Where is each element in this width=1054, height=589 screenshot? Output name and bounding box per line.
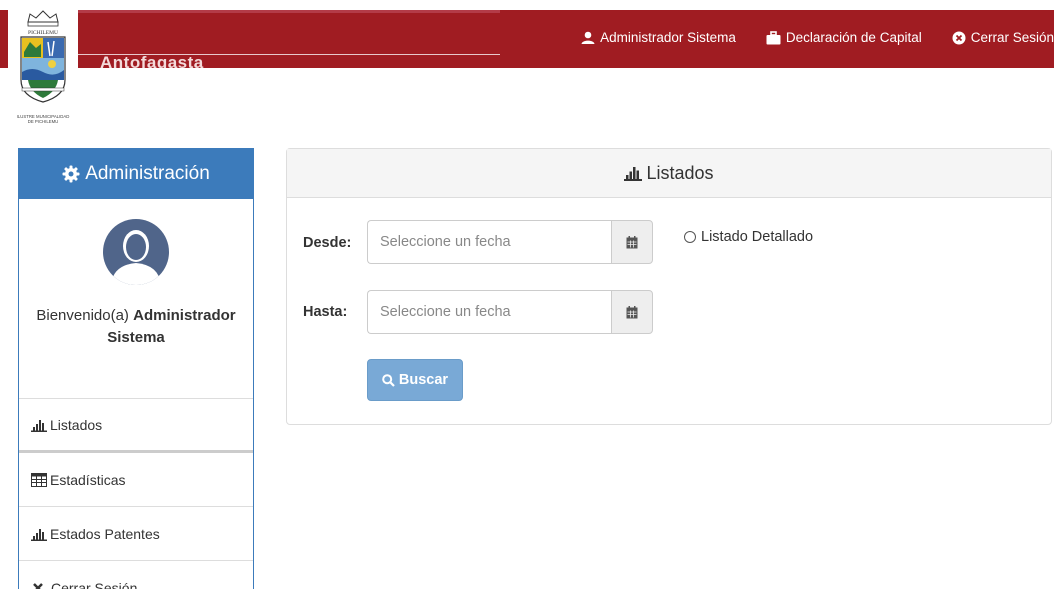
desde-calendar-button[interactable] (611, 220, 653, 264)
brand-underline (75, 54, 500, 55)
close-icon (33, 582, 43, 589)
nav-declaracion-label: Declaración de Capital (785, 30, 922, 45)
welcome-prefix: Bienvenido(a) (36, 307, 129, 324)
hasta-date-group (367, 290, 653, 334)
desde-date-group (367, 220, 653, 264)
nav-admin-user[interactable]: Administrador Sistema (581, 30, 736, 45)
close-circle-icon (952, 31, 966, 44)
hasta-calendar-button[interactable] (611, 290, 653, 334)
crest-icon: PICHILEMU (20, 10, 66, 103)
briefcase-icon (766, 30, 781, 44)
sidebar-item-listados[interactable]: Listados (19, 399, 253, 453)
navbar-stripe (75, 10, 500, 13)
municipality-logo[interactable]: PICHILEMU ILUSTRE MUNICIPALIDAD DE PICHI… (8, 8, 78, 126)
radio-circle (684, 231, 696, 243)
buscar-label: Buscar (398, 372, 449, 388)
sidebar-item-estados-patentes[interactable]: Estados Patentes (19, 507, 253, 561)
calendar-icon (626, 235, 638, 248)
panel-header: Listados (287, 149, 1051, 198)
listado-detallado-radio[interactable]: Listado Detallado (684, 229, 813, 245)
nav-declaracion-capital[interactable]: Declaración de Capital (766, 30, 922, 45)
gear-icon (62, 165, 80, 183)
sidebar-header: Administración (19, 149, 253, 199)
sidebar: Administración Bienvenido(a) Administrad… (18, 148, 254, 589)
sidebar-item-label: Estadísticas (50, 471, 126, 488)
user-icon (581, 31, 595, 44)
user-silhouette-icon (111, 230, 161, 285)
nav-admin-label: Administrador Sistema (600, 30, 736, 45)
sidebar-item-estadisticas[interactable]: Estadísticas (19, 453, 253, 507)
table-icon (31, 472, 47, 487)
logo-top-text: PICHILEMU (28, 30, 58, 36)
brand-text: Antofagasta (100, 53, 204, 68)
nav-cerrar-label: Cerrar Sesión (970, 30, 1054, 45)
bar-chart-icon (624, 167, 643, 181)
radio-label: Listado Detallado (701, 229, 814, 245)
bar-chart-icon (31, 419, 47, 432)
sidebar-item-cerrar-sesion[interactable]: Cerrar Sesión (19, 561, 253, 589)
sidebar-item-label: Cerrar Sesión (51, 579, 138, 589)
calendar-icon (626, 305, 638, 318)
sidebar-item-label: Listados (50, 416, 103, 433)
logo-caption: ILUSTRE MUNICIPALIDAD DE PICHILEMU (8, 114, 78, 124)
logo-caption-line2: DE PICHILEMU (27, 119, 59, 124)
desde-date-input[interactable] (367, 220, 611, 264)
top-navbar: Antofagasta Administrador Sistema Declar… (0, 10, 1054, 68)
desde-label: Desde: (303, 235, 352, 251)
sidebar-title: Administración (85, 163, 210, 184)
hasta-label: Hasta: (303, 304, 348, 320)
search-icon (382, 373, 395, 387)
listados-panel: Listados Desde: Listado Detallado Hasta:… (286, 148, 1052, 425)
panel-title: Listados (646, 162, 714, 183)
bar-chart-icon (31, 528, 47, 541)
sidebar-item-label: Estados Patentes (50, 525, 160, 542)
buscar-button[interactable]: Buscar (367, 359, 463, 401)
top-nav: Administrador Sistema Declaración de Cap… (551, 30, 1054, 45)
user-profile: Bienvenido(a) Administrador Sistema (19, 219, 253, 399)
nav-cerrar-sesion[interactable]: Cerrar Sesión (952, 30, 1054, 45)
hasta-date-input[interactable] (367, 290, 611, 334)
avatar[interactable] (103, 219, 169, 285)
welcome-text: Bienvenido(a) Administrador Sistema (19, 305, 253, 349)
